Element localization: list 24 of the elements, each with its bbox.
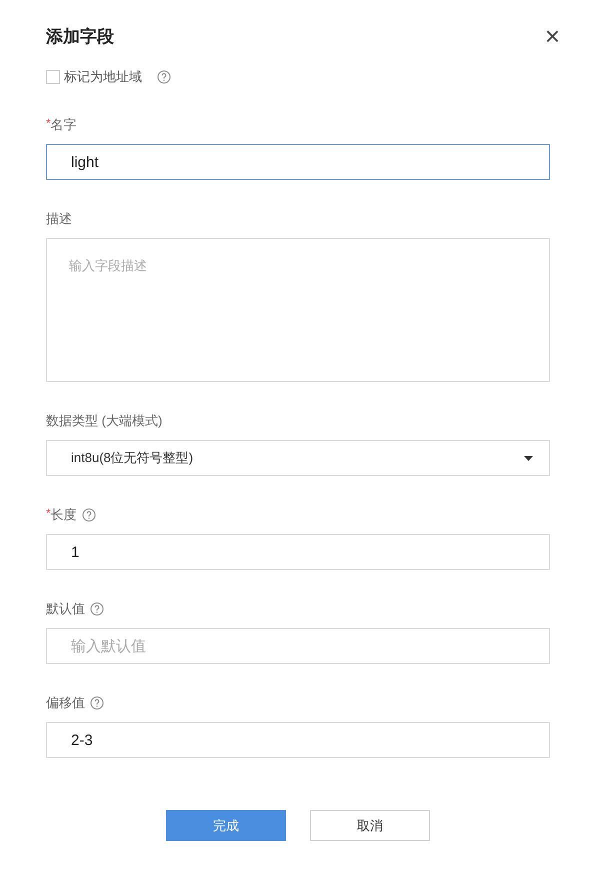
dialog-title: 添加字段 bbox=[46, 26, 114, 48]
field-label: 描述 bbox=[46, 210, 72, 228]
required-mark: * bbox=[46, 116, 51, 130]
caret-icon bbox=[524, 456, 533, 460]
help-icon[interactable] bbox=[157, 70, 171, 84]
close-button[interactable]: × bbox=[544, 23, 560, 49]
field-label: 数据类型 (大端模式) bbox=[46, 412, 162, 430]
required-mark: * bbox=[46, 506, 51, 520]
checkbox-label: 标记为地址域 bbox=[64, 68, 142, 86]
help-icon[interactable] bbox=[82, 508, 96, 522]
field-label: 默认值 bbox=[46, 600, 85, 618]
help-icon[interactable] bbox=[90, 602, 104, 616]
dropdown[interactable]: int8u(8位无符号整型) bbox=[46, 440, 550, 476]
input-field[interactable]: 1 bbox=[46, 534, 550, 570]
field-label: 长度 bbox=[50, 506, 77, 524]
input-field[interactable]: light bbox=[46, 144, 550, 180]
field-label: 名字 bbox=[50, 116, 77, 134]
input-field[interactable]: 输入默认值 bbox=[46, 628, 550, 664]
help-icon[interactable] bbox=[90, 696, 104, 710]
checkbox[interactable] bbox=[46, 70, 60, 84]
input-field[interactable]: 2-3 bbox=[46, 722, 550, 758]
cancel-button[interactable]: 取消 bbox=[310, 810, 430, 841]
field-label: 偏移值 bbox=[46, 694, 85, 712]
textarea-field[interactable]: 输入字段描述 bbox=[46, 238, 550, 382]
